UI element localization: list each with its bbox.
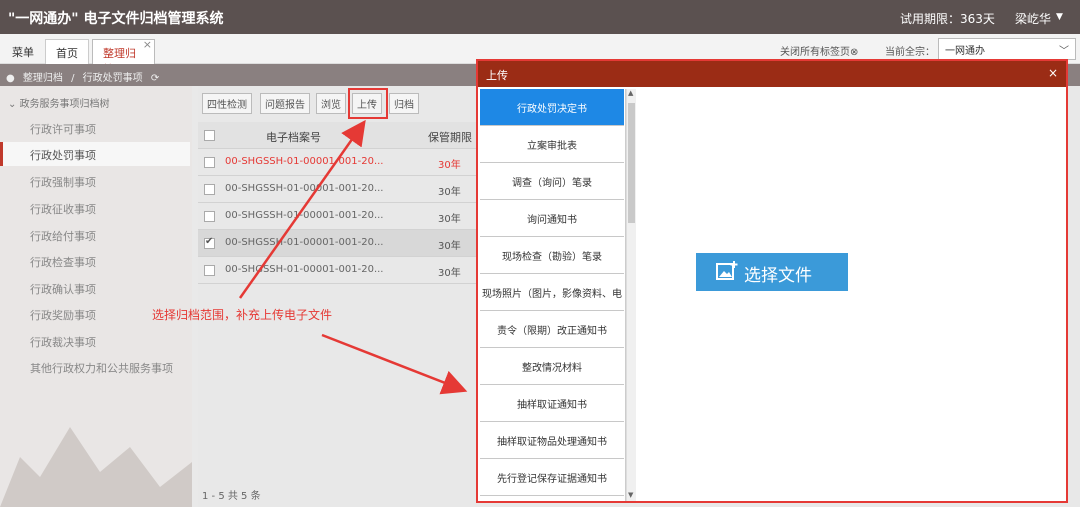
table-row[interactable]: 00-SHGSSH-01-00001-001-20... 30年 [198, 203, 480, 230]
table-row[interactable]: 00-SHGSSH-01-00001-001-20... 30年 [198, 149, 480, 176]
scope-label: 当前全宗： [885, 47, 935, 58]
user-name[interactable]: 梁屹华 [1015, 10, 1051, 27]
choose-file-label: 选择文件 [744, 266, 812, 286]
chevron-down-icon[interactable]: ▼ [1056, 12, 1063, 22]
archive-button[interactable]: 归档 [389, 93, 419, 114]
scope-value: 一网通办 [945, 46, 985, 57]
sidebar-item[interactable]: 行政给付事项 [0, 223, 190, 247]
document-type-item[interactable]: 询问通知书 [480, 200, 624, 237]
annotation-text: 选择归档范围，补充上传电子文件 [152, 308, 333, 322]
add-image-icon [716, 261, 738, 280]
column-header[interactable]: 电子档案号 [266, 129, 321, 145]
document-type-item[interactable]: 调查（询问）笔录 [480, 163, 624, 200]
document-type-item[interactable]: 现场检查（勘验）笔录 [480, 237, 624, 274]
scroll-down-icon[interactable]: ▼ [628, 491, 633, 499]
archive-number: 00-SHGSSH-01-00001-001-20... [225, 156, 384, 167]
table-row[interactable]: 00-SHGSSH-01-00001-001-20... 30年 [198, 176, 480, 203]
close-all-tabs[interactable]: 关闭所有标签页⊗ [780, 43, 858, 58]
row-checkbox[interactable] [204, 265, 215, 276]
tree-root-label: 政务服务事项归档树 [19, 99, 110, 110]
row-checkbox[interactable] [204, 184, 215, 195]
sidebar-item[interactable]: 行政确认事项 [0, 276, 190, 300]
row-checkbox[interactable] [204, 236, 215, 249]
close-icon[interactable]: × [143, 38, 152, 51]
document-type-item[interactable]: 抽样取证通知书 [480, 385, 624, 422]
retention-term: 30年 [438, 187, 461, 198]
tab-home[interactable]: 首页 [45, 39, 89, 64]
close-icon[interactable]: × [1048, 66, 1058, 80]
list-scrollbar[interactable]: ▲ ▼ [626, 89, 636, 501]
retention-term: 30年 [438, 241, 461, 252]
trial-period: 试用期限：363天 [900, 12, 995, 26]
row-checkbox[interactable] [204, 211, 215, 222]
document-type-list: 行政处罚决定书 立案审批表 调查（询问）笔录 询问通知书 现场检查（勘验）笔录 … [480, 89, 626, 501]
scroll-up-icon[interactable]: ▲ [628, 89, 633, 97]
table-row-selected[interactable]: 00-SHGSSH-01-00001-001-20... 30年 [198, 230, 480, 257]
breadcrumb-item[interactable]: 整理归档 [23, 73, 63, 84]
scope-select[interactable]: 一网通办 ﹀ [938, 38, 1076, 60]
retention-term: 30年 [438, 160, 461, 171]
retention-term: 30年 [438, 214, 461, 225]
issue-report-button[interactable]: 问题报告 [260, 93, 310, 114]
mountain-decoration [0, 427, 192, 507]
table-row[interactable]: 00-SHGSSH-01-00001-001-20... 30年 [198, 257, 480, 284]
row-checkbox[interactable] [204, 157, 215, 168]
location-icon: ● [6, 73, 15, 84]
retention-term: 30年 [438, 268, 461, 279]
chevron-down-icon: ⌄ [8, 99, 20, 110]
dialog-title: 上传 [486, 69, 508, 82]
sidebar-item[interactable]: 其他行政权力和公共服务事项 [0, 355, 190, 379]
sidebar-item-active[interactable]: 行政处罚事项 [0, 142, 190, 166]
sidebar-item[interactable]: 行政裁决事项 [0, 329, 190, 353]
upload-dialog: 上传 × 行政处罚决定书 立案审批表 调查（询问）笔录 询问通知书 现场检查（勘… [476, 59, 1068, 503]
document-type-item[interactable]: 现场照片（图片，影像资料、电 [480, 274, 624, 311]
document-type-item-active[interactable]: 行政处罚决定书 [480, 89, 624, 126]
document-type-item[interactable]: 抽样取证物品处理通知书 [480, 422, 624, 459]
choose-file-button[interactable]: 选择文件 [696, 253, 848, 291]
app-title: "一网通办" 电子文件归档管理系统 [8, 11, 224, 27]
refresh-icon[interactable]: ⟳ [151, 73, 159, 84]
sidebar-item[interactable]: 行政许可事项 [0, 116, 190, 140]
sidebar-item[interactable]: 行政征收事项 [0, 196, 190, 220]
archive-table: 电子档案号 保管期限 00-SHGSSH-01-00001-001-20... … [198, 122, 480, 284]
upload-highlight-box [348, 88, 388, 119]
table-header: 电子档案号 保管期限 [198, 122, 480, 149]
tab-archive[interactable]: 整理归档 × [92, 38, 155, 76]
archive-number: 00-SHGSSH-01-00001-001-20... [225, 237, 384, 248]
browse-button[interactable]: 浏览 [316, 93, 346, 114]
tab-menu[interactable]: 菜单 [2, 39, 44, 64]
archive-number: 00-SHGSSH-01-00001-001-20... [225, 264, 384, 275]
top-bar: "一网通办" 电子文件归档管理系统 试用期限：363天 梁屹华 ▼ [0, 0, 1080, 34]
archive-number: 00-SHGSSH-01-00001-001-20... [225, 183, 384, 194]
document-type-item[interactable]: 责令（限期）改正通知书 [480, 311, 624, 348]
pager: 1 - 5 共 5 条 [202, 491, 261, 502]
sidebar: ⌄ 政务服务事项归档树 行政许可事项 行政处罚事项 行政强制事项 行政征收事项 … [0, 86, 192, 507]
archive-number: 00-SHGSSH-01-00001-001-20... [225, 210, 384, 221]
tree-root[interactable]: ⌄ 政务服务事项归档树 [8, 95, 110, 110]
document-type-item[interactable]: 整改情况材料 [480, 348, 624, 385]
scrollbar-thumb[interactable] [628, 103, 635, 223]
column-header[interactable]: 保管期限 [428, 129, 472, 145]
chevron-down-icon: ﹀ [1059, 46, 1069, 57]
select-all-checkbox[interactable] [204, 130, 215, 141]
breadcrumb-item: 行政处罚事项 [82, 73, 143, 84]
breadcrumb-separator: / [71, 73, 75, 84]
document-type-item[interactable]: 立案审批表 [480, 126, 624, 163]
sidebar-item[interactable]: 行政强制事项 [0, 169, 190, 193]
sidebar-item[interactable]: 行政检查事项 [0, 249, 190, 273]
integrity-check-button[interactable]: 四性检测 [202, 93, 252, 114]
dialog-header: 上传 × [478, 61, 1066, 87]
document-type-item[interactable]: 先行登记保存证据通知书 [480, 459, 624, 496]
